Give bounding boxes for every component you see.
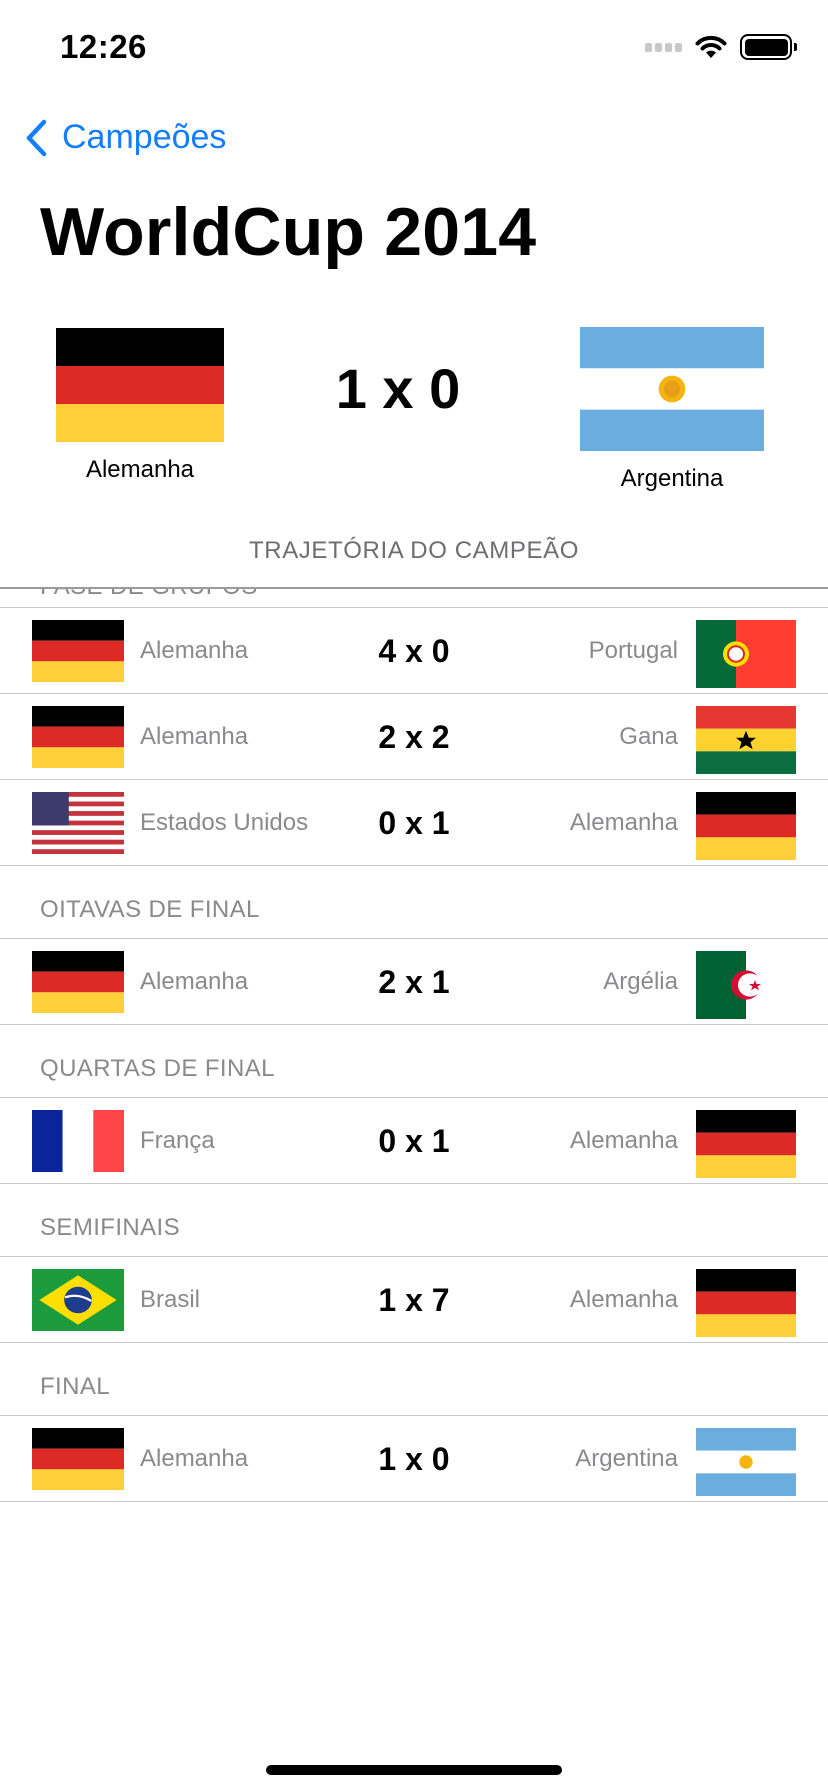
away-team: Argentina [580, 327, 764, 493]
phase-header: OITAVAS DE FINAL [40, 896, 260, 923]
chevron-left-icon [26, 119, 47, 156]
status-time: 12:26 [60, 28, 147, 65]
germany-flag-icon [696, 792, 796, 860]
away-team-name: Argélia [603, 968, 678, 995]
phase-header: SEMIFINAIS [40, 1214, 181, 1241]
phase-header: QUARTAS DE FINAL [40, 1055, 275, 1082]
away-team-name: Gana [619, 723, 678, 750]
away-team-name: Portugal [588, 637, 678, 664]
ghana-flag-icon [696, 706, 796, 774]
argentina-flag-icon [580, 327, 764, 451]
match-row[interactable]: Alemanha 1 x 0 Argentina [0, 1416, 828, 1502]
status-icons [645, 34, 797, 60]
match-row[interactable]: Alemanha 2 x 2 Gana [0, 694, 828, 780]
phase-header: FASE DE GRUPOS [0, 589, 828, 607]
away-team-name: Alemanha [569, 1286, 678, 1313]
portugal-flag-icon [696, 620, 796, 688]
match-row[interactable]: Estados Unidos 0 x 1 Alemanha [0, 780, 828, 866]
away-team-name: Alemanha [569, 809, 678, 836]
trajectory-section-header: TRAJETÓRIA DO CAMPEÃO [249, 537, 579, 564]
germany-flag-icon [696, 1110, 796, 1178]
match-row[interactable]: Brasil 1 x 7 Alemanha [0, 1257, 828, 1343]
page-title: WorldCup 2014 [40, 194, 537, 270]
away-team-name: Argentina [575, 1445, 678, 1472]
phase-header: FINAL [40, 1373, 111, 1400]
away-team-name: Alemanha [569, 1127, 678, 1154]
algeria-flag-icon [696, 951, 796, 1019]
germany-flag-icon [696, 1269, 796, 1337]
argentina-flag-icon [696, 1428, 796, 1496]
home-indicator[interactable] [266, 1765, 562, 1775]
wifi-icon [695, 35, 727, 58]
home-team-name: Alemanha [85, 456, 195, 483]
match-row[interactable]: Alemanha 4 x 0 Portugal [0, 608, 828, 694]
back-button[interactable]: Campeões [24, 118, 226, 157]
battery-icon [740, 34, 797, 60]
status-bar: 12:26 [0, 0, 828, 100]
trajectory-list[interactable]: FASE DE GRUPOS Alemanha 4 x 0 Portugal A… [0, 589, 828, 1589]
match-row[interactable]: França 0 x 1 Alemanha [0, 1098, 828, 1184]
match-row[interactable]: Alemanha 2 x 1 Argélia [0, 939, 828, 1025]
away-team-name: Argentina [620, 465, 724, 492]
back-button-label: Campeões [62, 118, 227, 156]
final-match-summary: Alemanha 1 x 0 Argentina [0, 320, 828, 510]
cellular-signal-icon [645, 42, 682, 52]
